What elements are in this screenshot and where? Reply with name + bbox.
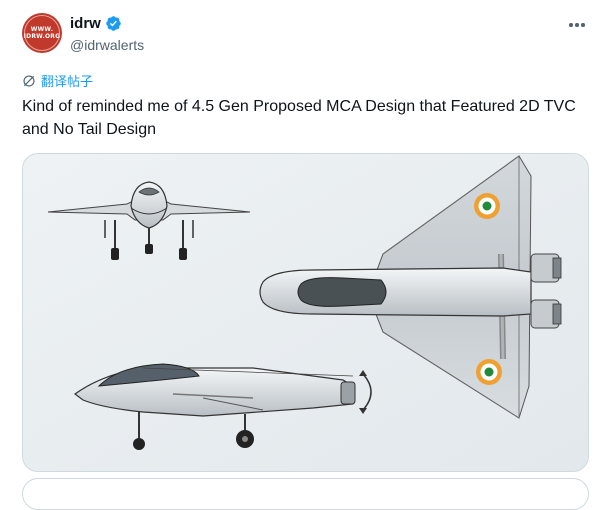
- tweet-text: Kind of reminded me of 4.5 Gen Proposed …: [22, 98, 576, 138]
- avatar[interactable]: WWW. IDRW.ORG: [22, 13, 62, 53]
- dot-icon: [575, 23, 579, 27]
- dot-icon: [581, 23, 585, 27]
- next-media-card-edge: [22, 478, 589, 510]
- more-options-button[interactable]: [566, 16, 588, 34]
- avatar-ring: [24, 15, 60, 51]
- tweet-card: WWW. IDRW.ORG idrw @idrwalerts 翻译帖子 Kind…: [0, 0, 604, 510]
- tweet-media-image[interactable]: [22, 153, 589, 472]
- roundel-icon: [476, 359, 502, 385]
- aircraft-three-view-drawing-icon: [23, 154, 588, 471]
- verified-badge-icon[interactable]: [105, 15, 122, 32]
- author-handle[interactable]: @idrwalerts: [70, 37, 144, 53]
- roundel-icon: [474, 193, 500, 219]
- translate-post-link[interactable]: 翻译帖子: [22, 71, 93, 90]
- author-display-name[interactable]: idrw: [70, 15, 101, 32]
- dot-icon: [569, 23, 573, 27]
- translate-post-label: 翻译帖子: [41, 74, 94, 89]
- globe-icon: [23, 74, 35, 87]
- author-name-row: idrw: [70, 15, 122, 32]
